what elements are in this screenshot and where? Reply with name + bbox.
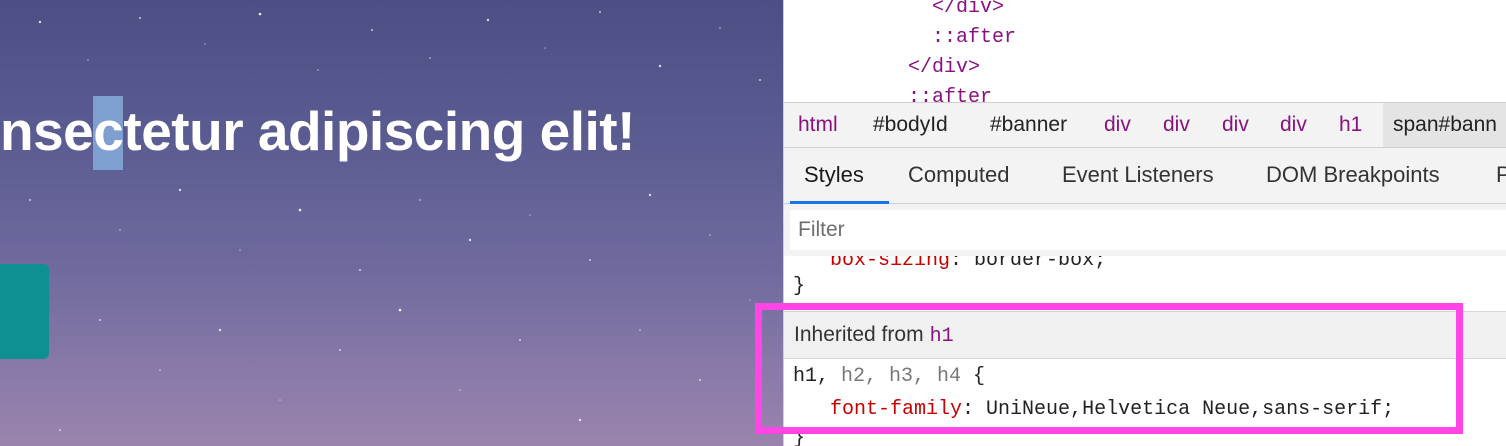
starfield-background	[29, 11, 762, 431]
selector-unmatched: h2, h3, h4	[829, 365, 962, 388]
dom-node-close-div[interactable]: </div>	[932, 0, 1004, 20]
breadcrumb-banner[interactable]: #banner	[990, 103, 1067, 147]
devtools-panel: </div> ::after </div> ::after html #body…	[783, 0, 1506, 446]
headline-text-after: tetur adipiscing elit!	[123, 100, 635, 162]
rule-close-brace: }	[793, 275, 806, 298]
css-value: UniNeue,Helvetica Neue,sans-serif;	[986, 398, 1395, 421]
dom-node-after[interactable]: ::after	[908, 86, 992, 102]
cta-button[interactable]	[0, 264, 49, 359]
css-property: font-family	[830, 398, 963, 421]
breadcrumb-div[interactable]: div	[1222, 103, 1249, 147]
inherited-element-link[interactable]: h1	[930, 325, 954, 348]
rule-close-brace: }	[793, 427, 806, 446]
breadcrumb-div[interactable]: div	[1280, 103, 1307, 147]
breadcrumb-bodyid[interactable]: #bodyId	[873, 103, 948, 147]
tab-event-listeners[interactable]: Event Listeners	[1062, 148, 1214, 202]
css-property: box-sizing	[830, 256, 951, 272]
sidebar-tabs: Styles Computed Event Listeners DOM Brea…	[784, 148, 1506, 204]
hero-headline: nsectetur adipiscing elit!	[0, 96, 635, 170]
filter-bar	[784, 204, 1506, 256]
css-value: border-box;	[974, 256, 1107, 272]
breadcrumb-div[interactable]: div	[1104, 103, 1131, 147]
inherited-label: Inherited from	[794, 323, 924, 346]
dom-node-after[interactable]: ::after	[932, 26, 1016, 50]
tab-properties[interactable]: P	[1496, 148, 1506, 202]
selector-matched: h1,	[793, 365, 830, 388]
tab-styles[interactable]: Styles	[804, 148, 864, 202]
dom-node-close-div[interactable]: </div>	[908, 56, 980, 80]
rule-selector[interactable]: h1, h2, h3, h4 {	[793, 364, 985, 390]
breadcrumb: html #bodyId #banner div div div div h1 …	[784, 102, 1506, 148]
headline-text-before: nse	[0, 100, 94, 162]
styles-filter-input[interactable]	[790, 210, 1506, 250]
breadcrumb-div[interactable]: div	[1163, 103, 1190, 147]
page-preview: nsectetur adipiscing elit!	[0, 0, 783, 446]
rule-open-brace: {	[961, 365, 986, 388]
breadcrumb-h1[interactable]: h1	[1339, 103, 1362, 147]
breadcrumb-span-banner[interactable]: span#bann	[1383, 103, 1506, 147]
rule-declaration[interactable]: box-sizing: border-box;	[830, 256, 1106, 274]
dom-tree: </div> ::after </div> ::after	[784, 0, 1506, 102]
rule-declaration[interactable]: font-family: UniNeue,Helvetica Neue,sans…	[830, 397, 1394, 423]
headline-selected-text: c	[93, 96, 124, 170]
breadcrumb-html[interactable]: html	[798, 103, 838, 147]
inherited-section-header: Inherited from h1	[784, 311, 1506, 359]
tab-dom-breakpoints[interactable]: DOM Breakpoints	[1266, 148, 1440, 202]
tab-computed[interactable]: Computed	[908, 148, 1010, 202]
